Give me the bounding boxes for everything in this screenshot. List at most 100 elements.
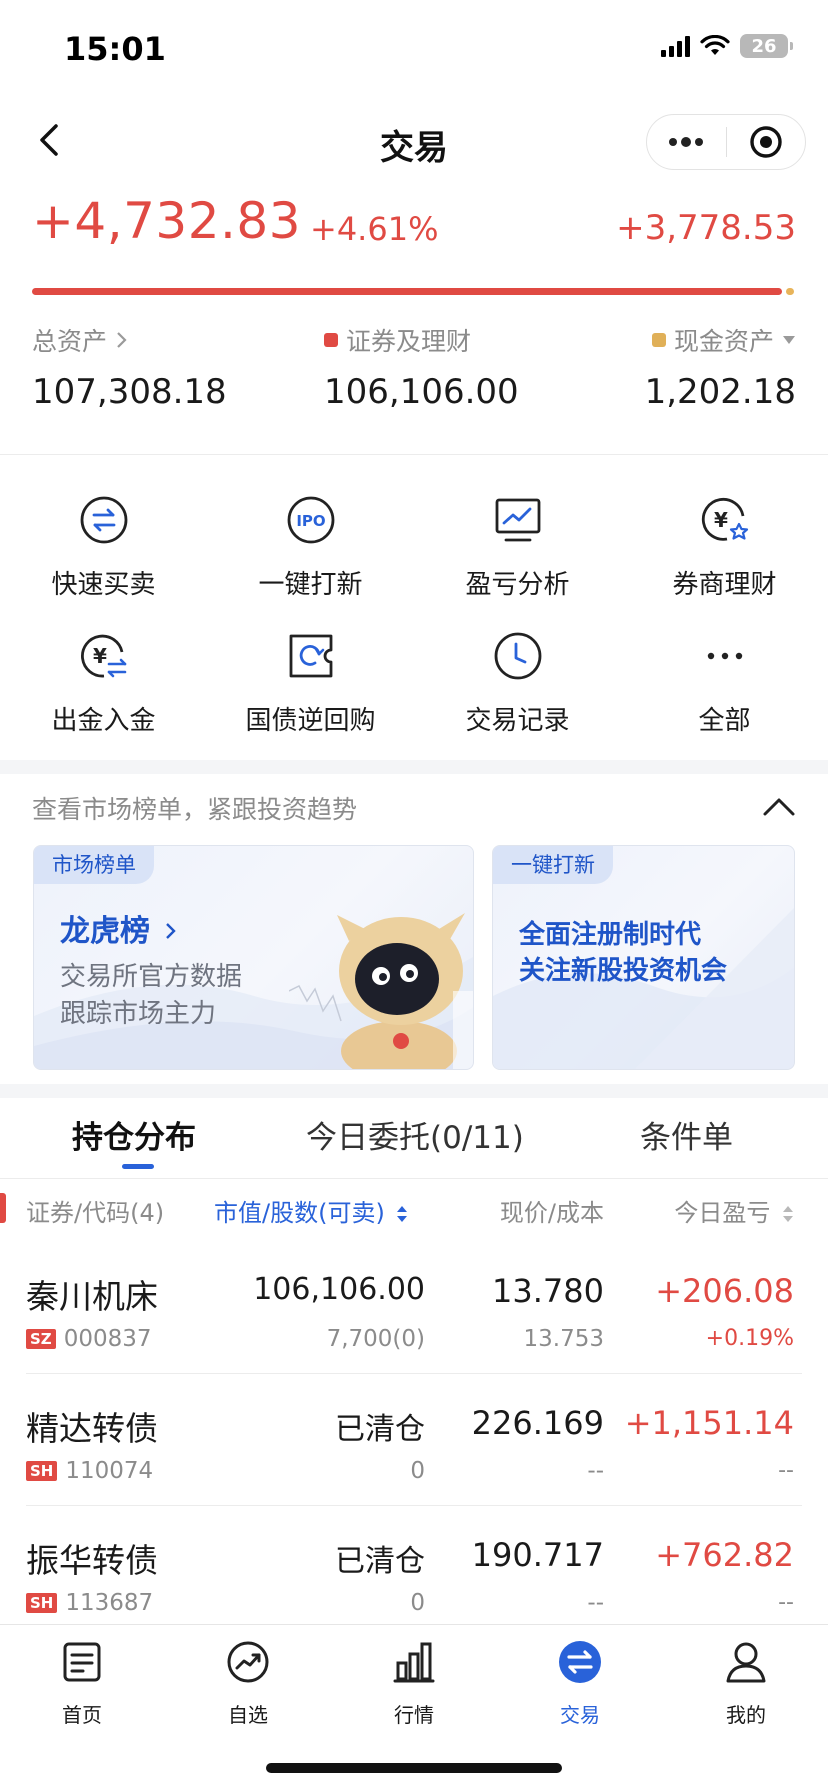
quick-action-label: 国债逆回购 — [245, 706, 376, 736]
card-headline: 全面注册制时代 — [519, 920, 702, 950]
shares: 0 — [410, 1590, 425, 1616]
status-icons: 26 — [661, 34, 793, 58]
tab-positions[interactable]: 持仓分布 — [72, 1112, 196, 1157]
ipo-icon: IPO — [287, 496, 335, 544]
divider — [0, 454, 828, 455]
more-menu-button[interactable] — [647, 115, 726, 169]
table-row[interactable]: 振华转债 SH 113687 已清仓 0 190.717 -- +762.82 -… — [0, 1508, 828, 1640]
security-name: 精达转债 — [26, 1409, 158, 1448]
header-market-value-label: 市值/股数(可卖) — [214, 1199, 385, 1227]
shares: 0 — [410, 1458, 425, 1484]
quick-trade-button[interactable]: 快速买卖 — [0, 484, 207, 604]
chevron-up-icon[interactable] — [762, 794, 796, 818]
broker-wealth-button[interactable]: ¥ 券商理财 — [621, 484, 828, 604]
security-code: SH 113687 — [26, 1590, 153, 1616]
header-price-cost[interactable]: 现价/成本 — [500, 1193, 604, 1228]
market-badge: SH — [26, 1593, 58, 1613]
cash-assets[interactable]: 现金资产 1,202.18 — [645, 322, 796, 412]
card-headline: 关注新股投资机会 — [519, 956, 728, 986]
securities-label: 证券及理财 — [346, 327, 472, 356]
pnl-analysis-button[interactable]: 盈亏分析 — [414, 484, 621, 604]
today-pnl-percent: -- — [778, 1458, 794, 1483]
nav-market[interactable]: 行情 — [364, 1639, 464, 1739]
trend-circle-icon — [227, 1641, 269, 1683]
nav-label: 行情 — [394, 1703, 434, 1727]
shares: 7,700(0) — [326, 1326, 425, 1352]
card-title: 龙虎榜 — [60, 906, 178, 950]
quick-action-label: 全部 — [698, 706, 751, 736]
total-assets[interactable]: 总资产 107,308.18 — [32, 322, 227, 412]
caret-down-icon — [783, 336, 795, 344]
bar-chart-icon — [393, 1642, 435, 1683]
dragon-tiger-list-card[interactable]: 市场榜单 龙虎榜 交易所官方数据 跟踪市场主力 — [33, 845, 474, 1070]
reverse-repo-button[interactable]: 国债逆回购 — [207, 620, 414, 740]
quick-action-label: 出金入金 — [51, 706, 156, 736]
asset-breakdown: 总资产 107,308.18 证券及理财 106,106.00 现金资产 1,2… — [32, 322, 796, 412]
quick-action-label: 盈亏分析 — [465, 570, 570, 600]
table-row[interactable]: 秦川机床 SZ 000837 106,106.00 7,700(0) 13.780… — [0, 1244, 828, 1376]
divider — [0, 1178, 828, 1179]
today-pnl: +206.08 — [655, 1272, 794, 1310]
header-today-pnl[interactable]: 今日盈亏 — [674, 1193, 794, 1228]
securities-assets: 证券及理财 106,106.00 — [324, 322, 519, 412]
ipo-button[interactable]: IPO 一键打新 — [207, 484, 414, 604]
nav-trade[interactable]: 交易 — [530, 1639, 630, 1739]
current-price: 190.717 — [471, 1536, 604, 1574]
target-circle-icon — [750, 126, 782, 158]
securities-value: 106,106.00 — [324, 372, 519, 412]
battery-icon: 26 — [740, 34, 793, 58]
market-badge: SZ — [26, 1329, 56, 1349]
tab-conditional-orders[interactable]: 条件单 — [640, 1112, 733, 1157]
security-code: SZ 000837 — [26, 1326, 152, 1352]
quick-action-label: 券商理财 — [672, 570, 777, 600]
total-assets-label: 总资产 — [32, 327, 108, 356]
nav-label: 我的 — [726, 1703, 766, 1727]
svg-text:¥: ¥ — [714, 508, 728, 532]
sort-icon — [397, 1206, 408, 1222]
cellular-signal-icon — [661, 35, 690, 57]
code-text: 000837 — [63, 1326, 152, 1352]
nav-label: 首页 — [62, 1703, 102, 1727]
clock-icon — [494, 632, 542, 680]
refresh-ticket-icon — [289, 634, 333, 678]
security-name: 振华转债 — [26, 1541, 158, 1580]
today-pnl: +1,151.14 — [624, 1404, 794, 1442]
swap-circle-icon — [80, 496, 128, 544]
cash-label: 现金资产 — [673, 327, 774, 356]
wifi-icon — [700, 35, 730, 55]
total-profit-percent: +4.61% — [310, 210, 439, 248]
position-tabs: 持仓分布 今日委托(0/11) 条件单 — [0, 1098, 828, 1178]
chart-monitor-icon — [495, 498, 541, 542]
cash-ratio-dot — [786, 288, 794, 295]
ipo-promo-card[interactable]: 一键打新 全面注册制时代 关注新股投资机会 — [492, 845, 795, 1070]
svg-text:IPO: IPO — [296, 512, 325, 530]
total-profit: +4,732.83 — [32, 192, 302, 250]
current-price: 13.780 — [492, 1272, 604, 1310]
market-value: 106,106.00 — [253, 1272, 425, 1307]
all-actions-button[interactable]: 全部 — [621, 620, 828, 740]
active-tab-indicator — [122, 1164, 154, 1169]
trade-records-button[interactable]: 交易记录 — [414, 620, 621, 740]
market-section-title: 查看市场榜单，紧跟投资趋势 — [32, 795, 358, 824]
security-name: 秦川机床 — [26, 1277, 158, 1316]
security-code: SH 110074 — [26, 1458, 153, 1484]
nav-profile[interactable]: 我的 — [696, 1639, 796, 1739]
chevron-right-icon — [166, 923, 177, 939]
nav-watchlist[interactable]: 自选 — [198, 1639, 298, 1739]
back-icon[interactable] — [30, 118, 70, 162]
deposit-withdraw-button[interactable]: ¥ 出金入金 — [0, 620, 207, 740]
profit-summary: +4,732.83 +4.61% +3,778.53 — [32, 192, 796, 252]
market-value: 已清仓 — [335, 1412, 425, 1447]
nav-home[interactable]: 首页 — [32, 1639, 132, 1739]
code-text: 110074 — [65, 1458, 154, 1484]
market-value: 已清仓 — [335, 1544, 425, 1579]
header-security-code[interactable]: 证券/代码(4) — [26, 1193, 164, 1228]
table-row[interactable]: 精达转债 SH 110074 已清仓 0 226.169 -- +1,151.14… — [0, 1376, 828, 1508]
sort-icon — [783, 1206, 793, 1222]
cost-price: -- — [587, 1458, 604, 1484]
card-subtitle: 跟踪市场主力 — [60, 999, 217, 1029]
close-miniprogram-button[interactable] — [727, 115, 806, 169]
header-market-value[interactable]: 市值/股数(可卖) — [214, 1193, 408, 1228]
tab-today-orders[interactable]: 今日委托(0/11) — [306, 1112, 524, 1157]
current-price: 226.169 — [471, 1404, 604, 1442]
